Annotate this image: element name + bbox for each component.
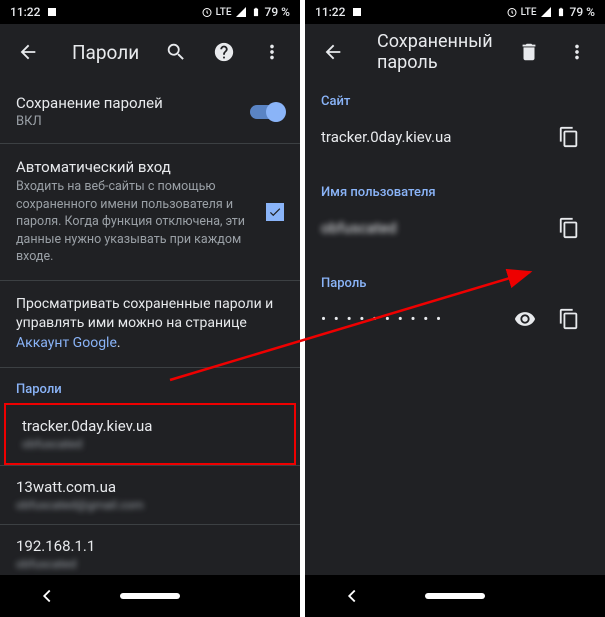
battery-icon [555, 6, 567, 18]
auto-signin-checkbox[interactable] [266, 203, 284, 221]
phone-left: 11:22 LTE 79 % Пароли [0, 0, 300, 617]
status-network: LTE [216, 7, 232, 18]
signal-icon [540, 6, 552, 18]
password-item-0[interactable]: tracker.0day.kiev.ua obfuscated [4, 403, 296, 465]
more-button[interactable] [252, 32, 292, 72]
status-time: 11:22 [10, 5, 40, 19]
password-item-site: tracker.0day.kiev.ua [22, 417, 278, 435]
password-section: Пароль • • • • • • • • • • [305, 262, 605, 353]
alarm-icon [506, 6, 518, 18]
nav-bar [305, 575, 605, 617]
save-passwords-label: Сохранение паролей [16, 94, 234, 112]
notification-icon [351, 6, 363, 18]
status-bar: 11:22 LTE 79 % [305, 0, 605, 24]
nav-back-button[interactable] [332, 576, 372, 616]
username-value: obfuscated [321, 219, 539, 237]
app-bar-left: Пароли [0, 24, 300, 80]
save-passwords-state: ВКЛ [16, 114, 234, 129]
delete-button[interactable] [509, 32, 549, 72]
show-password-button[interactable] [505, 299, 545, 339]
google-account-link[interactable]: Аккаунт Google [16, 335, 117, 351]
content-left: Сохранение паролей ВКЛ Автоматический вх… [0, 80, 300, 575]
content-right: Сайт tracker.0day.kiev.ua Имя пользовате… [305, 80, 605, 575]
status-battery: 79 % [570, 5, 595, 19]
site-section: Сайт tracker.0day.kiev.ua [305, 80, 605, 171]
copy-username-button[interactable] [549, 208, 589, 248]
status-bar: 11:22 LTE 79 % [0, 0, 300, 24]
password-label: Пароль [321, 276, 589, 291]
password-item-1[interactable]: 13watt.com.ua obfuscated@gmail.com [0, 466, 300, 524]
battery-icon [250, 6, 262, 18]
password-item-user: obfuscated [22, 437, 278, 451]
phone-right: 11:22 LTE 79 % Сохраненный пароль [305, 0, 605, 617]
password-item-user: obfuscated [16, 557, 284, 571]
password-item-site: 192.168.1.1 [16, 537, 284, 555]
status-battery: 79 % [265, 5, 290, 19]
page-title-left: Пароли [72, 41, 140, 64]
password-item-site: 13watt.com.ua [16, 478, 284, 496]
status-time: 11:22 [315, 5, 345, 19]
password-value: • • • • • • • • • • [321, 310, 495, 328]
save-passwords-row[interactable]: Сохранение паролей ВКЛ [0, 80, 300, 143]
copy-site-button[interactable] [549, 117, 589, 157]
password-item-2[interactable]: 192.168.1.1 obfuscated [0, 525, 300, 575]
auto-signin-desc: Входить на веб-сайты с помощью сохраненн… [16, 178, 250, 266]
more-button[interactable] [557, 32, 597, 72]
signal-icon [235, 6, 247, 18]
username-section: Имя пользователя obfuscated [305, 171, 605, 262]
nav-home-button[interactable] [120, 593, 180, 599]
alarm-icon [201, 6, 213, 18]
nav-back-button[interactable] [27, 576, 67, 616]
status-network: LTE [521, 7, 537, 18]
nav-home-button[interactable] [425, 593, 485, 599]
copy-password-button[interactable] [549, 299, 589, 339]
page-title-right: Сохраненный пароль [377, 31, 493, 73]
password-item-user: obfuscated@gmail.com [16, 498, 284, 512]
nav-bar [0, 575, 300, 617]
notification-icon [46, 6, 58, 18]
help-button[interactable] [204, 32, 244, 72]
app-bar-right: Сохраненный пароль [305, 24, 605, 80]
auto-signin-label: Автоматический вход [16, 158, 250, 176]
site-value: tracker.0day.kiev.ua [321, 128, 539, 146]
back-button[interactable] [8, 32, 48, 72]
view-manage-text: Просматривать сохраненные пароли и управ… [0, 281, 300, 368]
passwords-section-label: Пароли [0, 368, 300, 403]
auto-signin-row[interactable]: Автоматический вход Входить на веб-сайты… [0, 144, 300, 280]
username-label: Имя пользователя [321, 185, 589, 200]
save-passwords-toggle[interactable] [250, 105, 284, 119]
back-button[interactable] [313, 32, 353, 72]
search-button[interactable] [156, 32, 196, 72]
site-label: Сайт [321, 94, 589, 109]
